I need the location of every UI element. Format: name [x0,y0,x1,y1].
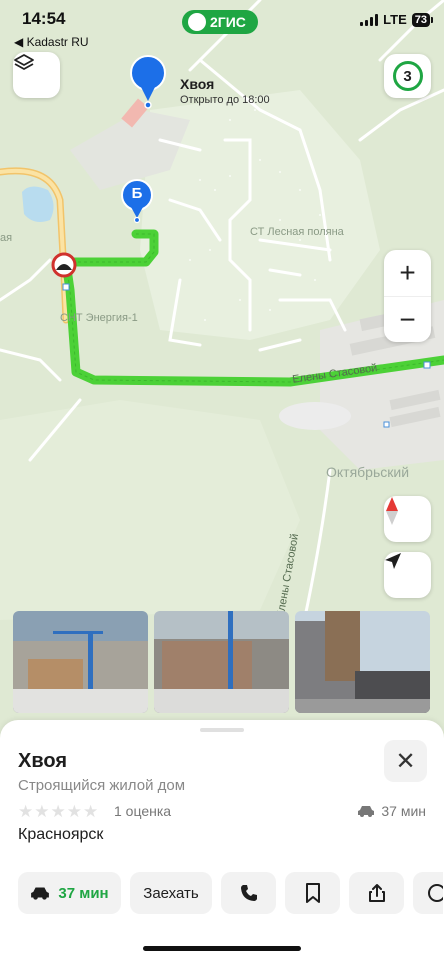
my-location-button[interactable] [384,552,431,598]
place-card-title: Хвоя [18,750,67,772]
back-to-app-link[interactable]: ◀ Kadastr RU [14,35,89,49]
construction-photo-3 [295,611,430,713]
compass-button[interactable] [384,496,431,542]
bookmark-button[interactable] [285,872,340,914]
zoom-out-button[interactable]: − [384,296,431,342]
traffic-button[interactable]: 3 [384,54,431,98]
zoom-in-button[interactable]: + [384,250,431,296]
place-card: Хвоя Строящийся жилой дом ★ ★ ★ ★ ★ 1 оц… [0,720,444,960]
marker-b-label: Б [131,185,143,202]
signal-icon [360,13,379,26]
construction-photo-1 [13,611,148,713]
place-photo[interactable] [154,611,289,713]
layers-icon [14,54,34,70]
star-icon: ★ [66,802,82,821]
drop-in-button[interactable]: Заехать [130,872,212,914]
map-pin-icon [130,55,166,109]
rating-count[interactable]: 1 оценка [114,803,171,819]
brand-label: 2ГИС [210,14,246,30]
action-bar: 37 мин Заехать [18,872,443,914]
rating-stars: ★ ★ ★ ★ ★ [18,802,98,822]
status-indicators: LTE 73 [360,12,434,27]
map-label-district: Октябрьский [326,464,410,480]
map-view[interactable]: 14:54 ◀ Kadastr RU LTE 73 2ГИС 3 + − Хво… [0,0,444,740]
close-icon: ✕ [395,747,416,775]
zoom-controls: + − [384,250,431,342]
brand-badge[interactable]: 2ГИС [182,10,258,34]
phone-icon [240,885,257,901]
place-card-category: Строящийся жилой дом [18,777,186,794]
close-button[interactable]: ✕ [384,740,427,782]
layers-button[interactable] [13,52,60,98]
profile-icon [428,884,443,902]
sheet-drag-handle[interactable] [200,728,244,732]
star-icon: ★ [83,802,99,821]
call-button[interactable] [221,872,276,914]
star-icon: ★ [34,802,50,821]
compass-icon [386,497,398,525]
location-arrow-icon [385,553,401,569]
status-time: 14:54 [22,9,66,28]
construction-photo-2 [154,611,289,713]
traffic-level: 3 [392,61,423,91]
place-title-label: Хвоя [180,76,215,92]
place-photo[interactable] [295,611,430,713]
drive-time-label: 37 мин [381,803,426,819]
battery-icon: 73 [411,12,434,27]
photo-strip [13,611,430,713]
share-button[interactable] [349,872,404,914]
bookmark-icon [305,883,320,903]
brand-logo-icon [188,13,206,31]
share-icon [368,884,385,902]
route-button[interactable]: 37 мин [18,872,121,914]
star-icon: ★ [50,802,66,821]
star-icon: ★ [18,802,34,821]
route-time-label: 37 мин [58,884,109,902]
map-label-energy: СНТ Энергия-1 [60,312,138,324]
place-photo[interactable] [13,611,148,713]
more-button[interactable] [413,872,443,914]
car-icon [358,806,375,817]
network-type: LTE [383,12,407,27]
place-hours-label: Открыто до 18:00 [180,94,270,106]
place-city: Красноярск [18,826,104,843]
home-indicator[interactable] [143,946,301,951]
map-label-lesnaya: СТ Лесная поляна [250,226,344,238]
car-icon [31,887,50,900]
drive-time: 37 мин [357,803,426,819]
map-label-edge: ая [0,232,13,244]
